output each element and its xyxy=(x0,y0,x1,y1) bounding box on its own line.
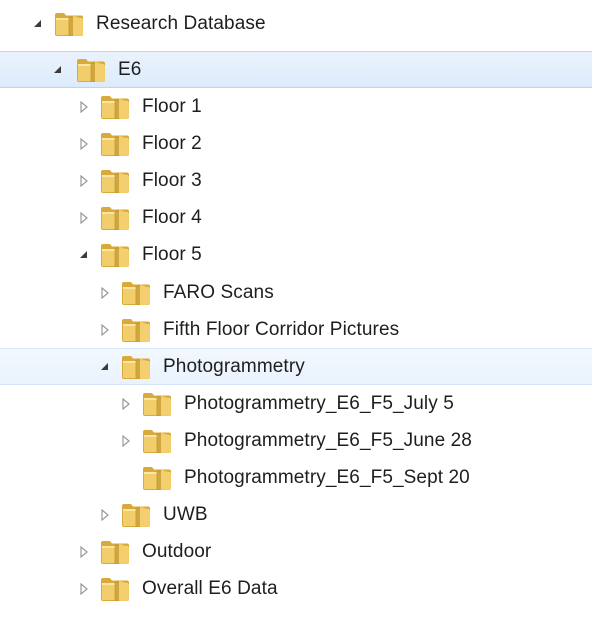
folder-icon xyxy=(54,11,84,37)
folder-icon xyxy=(142,465,172,491)
tree-node-floor-2[interactable]: Floor 2 xyxy=(0,126,592,162)
tree-node-photogrammetry-sept-20[interactable]: Photogrammetry_E6_F5_Sept 20 xyxy=(0,460,592,496)
folder-icon xyxy=(100,539,130,565)
collapsed-triangle-icon[interactable] xyxy=(97,507,113,523)
folder-icon xyxy=(100,168,130,194)
no-expander xyxy=(118,470,134,486)
folder-icon xyxy=(100,131,130,157)
folder-tree: Research Database E6 Floor 1 Floor 2 Flo… xyxy=(0,0,592,618)
folder-icon xyxy=(100,94,130,120)
collapsed-triangle-icon[interactable] xyxy=(76,173,92,189)
node-label: Floor 5 xyxy=(142,244,202,265)
collapsed-triangle-icon[interactable] xyxy=(118,433,134,449)
node-label: Photogrammetry_E6_F5_June 28 xyxy=(184,430,472,451)
expanded-triangle-icon[interactable] xyxy=(97,359,113,375)
tree-node-outdoor[interactable]: Outdoor xyxy=(0,534,592,570)
folder-icon xyxy=(142,428,172,454)
node-label: FARO Scans xyxy=(163,282,274,303)
node-label: Floor 3 xyxy=(142,170,202,191)
folder-icon xyxy=(76,57,106,83)
collapsed-triangle-icon[interactable] xyxy=(97,322,113,338)
tree-node-floor-4[interactable]: Floor 4 xyxy=(0,200,592,236)
tree-node-photogrammetry-june-28[interactable]: Photogrammetry_E6_F5_June 28 xyxy=(0,423,592,459)
folder-icon xyxy=(142,391,172,417)
node-label: Overall E6 Data xyxy=(142,578,278,599)
folder-icon xyxy=(100,242,130,268)
collapsed-triangle-icon[interactable] xyxy=(76,99,92,115)
tree-node-floor-1[interactable]: Floor 1 xyxy=(0,89,592,125)
expanded-triangle-icon[interactable] xyxy=(50,62,66,78)
folder-icon xyxy=(100,576,130,602)
collapsed-triangle-icon[interactable] xyxy=(76,136,92,152)
tree-node-faro-scans[interactable]: FARO Scans xyxy=(0,275,592,311)
collapsed-triangle-icon[interactable] xyxy=(118,396,134,412)
tree-node-floor-5[interactable]: Floor 5 xyxy=(0,237,592,273)
node-label: Floor 2 xyxy=(142,133,202,154)
tree-node-uwb[interactable]: UWB xyxy=(0,497,592,533)
tree-node-photogrammetry[interactable]: Photogrammetry xyxy=(0,348,592,385)
node-label: Outdoor xyxy=(142,541,212,562)
tree-node-e6[interactable]: E6 xyxy=(0,51,592,88)
node-label: Fifth Floor Corridor Pictures xyxy=(163,319,400,340)
folder-icon xyxy=(100,205,130,231)
expanded-triangle-icon[interactable] xyxy=(76,247,92,263)
collapsed-triangle-icon[interactable] xyxy=(76,581,92,597)
tree-node-photogrammetry-july-5[interactable]: Photogrammetry_E6_F5_July 5 xyxy=(0,386,592,422)
node-label: Floor 4 xyxy=(142,207,202,228)
node-label: Photogrammetry xyxy=(163,355,305,377)
folder-icon xyxy=(121,354,151,380)
node-label: E6 xyxy=(118,58,142,80)
expanded-triangle-icon[interactable] xyxy=(30,16,46,32)
node-label: UWB xyxy=(163,504,208,525)
collapsed-triangle-icon[interactable] xyxy=(76,210,92,226)
folder-icon xyxy=(121,280,151,306)
tree-node-floor-3[interactable]: Floor 3 xyxy=(0,163,592,199)
node-label: Photogrammetry_E6_F5_July 5 xyxy=(184,393,454,414)
node-label: Photogrammetry_E6_F5_Sept 20 xyxy=(184,467,470,488)
tree-node-fifth-floor-corridor-pictures[interactable]: Fifth Floor Corridor Pictures xyxy=(0,312,592,348)
node-label: Research Database xyxy=(96,13,266,34)
collapsed-triangle-icon[interactable] xyxy=(76,544,92,560)
tree-node-research-database[interactable]: Research Database xyxy=(0,6,592,42)
collapsed-triangle-icon[interactable] xyxy=(97,285,113,301)
node-label: Floor 1 xyxy=(142,96,202,117)
folder-icon xyxy=(121,317,151,343)
tree-node-overall-e6-data[interactable]: Overall E6 Data xyxy=(0,571,592,607)
folder-icon xyxy=(121,502,151,528)
